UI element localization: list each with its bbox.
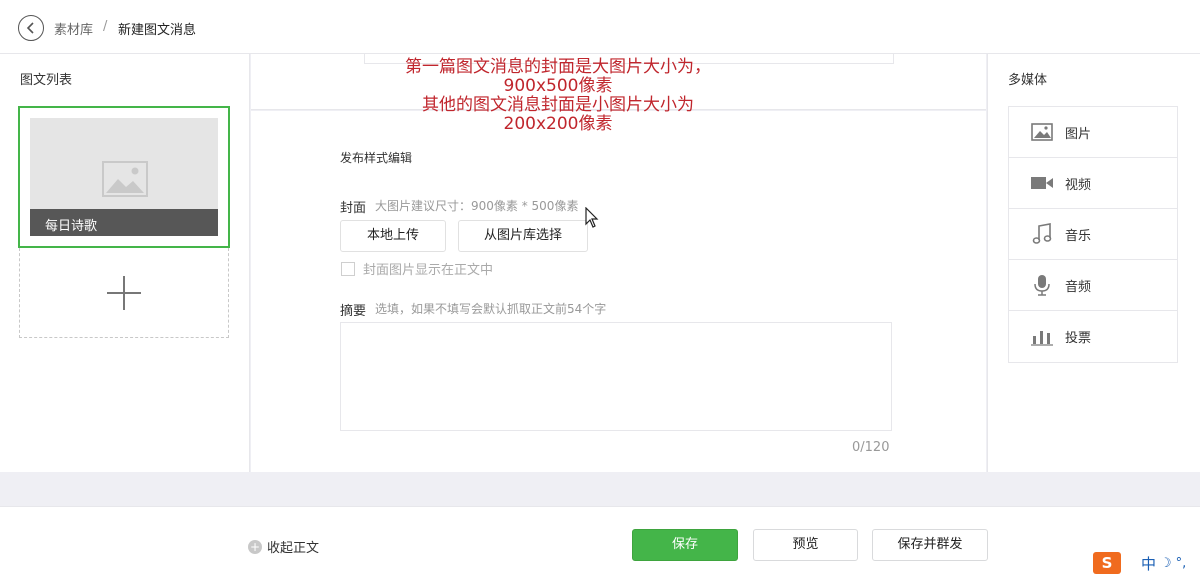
sogou-logo-icon: S — [1093, 552, 1121, 574]
article-list-panel: 图文列表 每日诗歌 — [0, 54, 250, 472]
punctuation-icon: °, — [1175, 555, 1187, 571]
annotation-line-1: 第一篇图文消息的封面是大图片大小为， — [405, 57, 711, 77]
media-item-video[interactable]: 视频 — [1009, 158, 1177, 209]
music-icon — [1029, 223, 1055, 245]
save-button[interactable]: 保存 — [632, 529, 738, 561]
publish-style-title: 发布样式编辑 — [340, 151, 413, 165]
chevron-left-icon — [26, 22, 34, 34]
choose-from-library-button[interactable]: 从图片库选择 — [458, 220, 588, 252]
back-button[interactable] — [18, 15, 44, 41]
show-cover-in-body-checkbox[interactable] — [341, 261, 355, 276]
show-cover-in-body-row: 封面图片显示在正文中 — [341, 259, 493, 278]
media-item-label: 图片 — [1065, 126, 1092, 142]
article-list-title: 图文列表 — [20, 73, 73, 88]
annotation-line-3: 其他的图文消息封面是小图片大小为 — [422, 95, 694, 115]
vote-icon — [1029, 326, 1055, 348]
preview-button[interactable]: 预览 — [753, 529, 858, 561]
annotation-line-2: 900x500像素 — [503, 76, 613, 96]
microphone-icon — [1029, 274, 1055, 296]
multimedia-panel: 多媒体 图片 视频 音乐 音频 投票 — [987, 54, 1200, 472]
multimedia-list: 图片 视频 音乐 音频 投票 — [1008, 106, 1178, 363]
summary-label: 摘要 — [340, 304, 367, 319]
collapse-body-button[interactable]: + 收起正文 — [248, 537, 319, 556]
cover-label: 封面 — [340, 201, 367, 216]
article-card-title: 每日诗歌 — [30, 209, 218, 236]
media-item-label: 投票 — [1065, 331, 1092, 346]
media-item-label: 音乐 — [1065, 228, 1092, 244]
bottom-toolbar: + 收起正文 保存 预览 保存并群发 — [0, 506, 1200, 575]
media-item-label: 音频 — [1065, 279, 1092, 295]
media-item-image[interactable]: 图片 — [1009, 107, 1177, 158]
media-item-label: 视频 — [1065, 177, 1092, 193]
multimedia-title: 多媒体 — [1008, 73, 1048, 88]
summary-hint: 选填，如果不填写会默认抓取正文前54个字 — [375, 302, 607, 316]
collapse-body-label: 收起正文 — [267, 541, 320, 556]
save-and-send-button[interactable]: 保存并群发 — [872, 529, 988, 561]
add-article-button[interactable] — [19, 248, 229, 338]
media-item-vote[interactable]: 投票 — [1009, 311, 1177, 362]
mouse-pointer-icon — [585, 207, 599, 228]
breadcrumb-material-library[interactable]: 素材库 — [54, 19, 93, 38]
annotation-line-4: 200x200像素 — [503, 114, 613, 134]
page-title: 新建图文消息 — [118, 23, 197, 38]
image-placeholder-icon — [102, 161, 148, 197]
show-cover-in-body-label: 封面图片显示在正文中 — [363, 263, 494, 278]
media-item-music[interactable]: 音乐 — [1009, 209, 1177, 260]
upload-local-button[interactable]: 本地上传 — [340, 220, 446, 252]
media-item-audio[interactable]: 音频 — [1009, 260, 1177, 311]
summary-char-count: 0/120 — [852, 440, 890, 455]
article-card[interactable]: 每日诗歌 — [18, 106, 230, 248]
ime-language-mode: 中 — [1141, 554, 1157, 573]
top-bar: 素材库 / 新建图文消息 — [0, 0, 1200, 54]
summary-textarea[interactable] — [340, 322, 892, 431]
moon-icon: ☽ — [1160, 555, 1172, 571]
cover-size-hint: 大图片建议尺寸：900像素 * 500像素 — [375, 199, 579, 213]
ime-status-bar[interactable]: S 中 ☽ °, — [1093, 551, 1200, 575]
image-icon — [1029, 121, 1055, 143]
video-icon — [1029, 172, 1055, 194]
plus-icon — [107, 275, 141, 310]
tutorial-annotation: 第一篇图文消息的封面是大图片大小为， 900x500像素 其他的图文消息封面是小… — [358, 58, 758, 134]
breadcrumb-separator: / — [103, 19, 108, 34]
collapse-circle-icon: + — [248, 539, 262, 554]
